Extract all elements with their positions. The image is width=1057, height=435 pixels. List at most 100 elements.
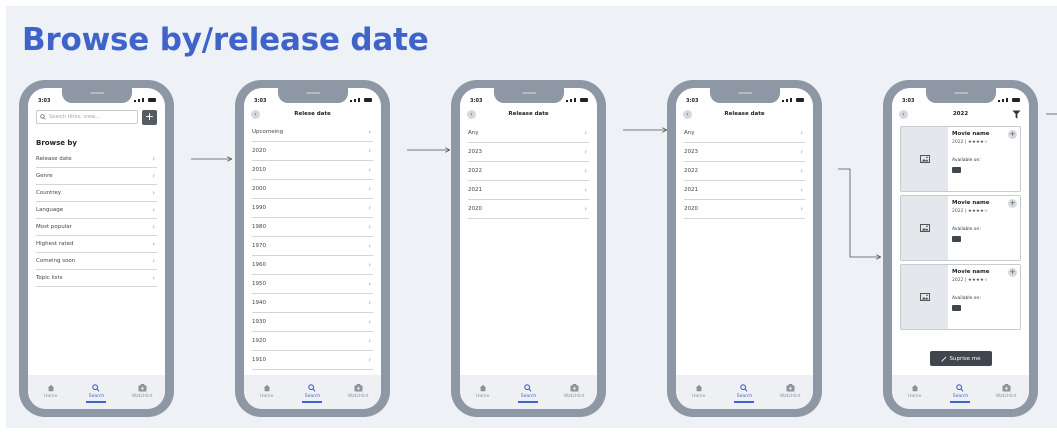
tab-bar: Home Search Watchlist: [892, 375, 1029, 409]
item-label: 2022: [468, 168, 482, 174]
tab-label: Search: [304, 394, 321, 399]
list-item[interactable]: 2022 ›: [468, 162, 589, 181]
watchlist-icon: [137, 383, 147, 392]
chevron-right-icon: ›: [368, 261, 371, 269]
add-to-watchlist-button[interactable]: +: [1008, 130, 1017, 139]
chevron-right-icon: ›: [152, 223, 155, 231]
tab-home[interactable]: Home: [898, 383, 932, 399]
item-label: Topic lists: [36, 275, 63, 281]
magic-wand-icon: [940, 355, 947, 362]
surprise-me-label: Suprise me: [949, 355, 981, 362]
browse-item-coming-soon[interactable]: Comeing soon ›: [36, 253, 157, 270]
notch: [277, 88, 348, 103]
list-item[interactable]: 2010 ›: [252, 161, 373, 180]
tab-search[interactable]: Search: [79, 383, 113, 403]
active-tab-indicator: [302, 401, 323, 403]
watchlist-icon: [1001, 383, 1011, 392]
chevron-right-icon: ›: [368, 356, 371, 364]
tab-search[interactable]: Search: [295, 383, 329, 403]
chevron-right-icon: ›: [800, 186, 803, 194]
browse-item-highest-rated[interactable]: Highest rated ›: [36, 236, 157, 253]
list-item[interactable]: 1990 ›: [252, 199, 373, 218]
list-item[interactable]: Upcomeing ›: [252, 123, 373, 142]
home-icon: [478, 383, 488, 392]
plus-icon: +: [1009, 268, 1016, 276]
tab-label: Search: [520, 394, 537, 399]
browse-item-genre[interactable]: Genre ›: [36, 168, 157, 185]
tab-watchlist[interactable]: Watchlist: [341, 383, 375, 399]
movie-card[interactable]: Movie name 2022 | ★★★★☆ Available on: +: [900, 126, 1021, 192]
list-item[interactable]: 2023 ›: [684, 143, 805, 162]
list-item[interactable]: 1910 ›: [252, 351, 373, 370]
list-item[interactable]: 2020 ›: [252, 142, 373, 161]
chevron-right-icon: ›: [368, 299, 371, 307]
search-row: Search titles, crew... +: [36, 110, 157, 125]
list-item[interactable]: 1930 ›: [252, 313, 373, 332]
browse-item-country[interactable]: Countrey ›: [36, 185, 157, 202]
item-label: 1940: [252, 300, 266, 306]
item-label: 2020: [684, 206, 698, 212]
nav-header: ‹ Release date: [676, 110, 813, 122]
list-item[interactable]: 1970 ›: [252, 237, 373, 256]
tab-home[interactable]: Home: [34, 383, 68, 399]
tab-bar: Home Search Watchlist: [244, 375, 381, 409]
add-button[interactable]: +: [142, 110, 157, 125]
item-label: 1970: [252, 243, 266, 249]
add-to-watchlist-button[interactable]: +: [1008, 199, 1017, 208]
list-item[interactable]: 1980 ›: [252, 218, 373, 237]
chevron-right-icon: ›: [368, 166, 371, 174]
list-item[interactable]: 2021 ›: [684, 181, 805, 200]
browse-item-release-date[interactable]: Release date ›: [36, 151, 157, 168]
add-to-watchlist-button[interactable]: +: [1008, 268, 1017, 277]
item-label: Genre: [36, 173, 53, 179]
tab-home[interactable]: Home: [682, 383, 716, 399]
list-item[interactable]: Any ›: [684, 124, 805, 143]
active-tab-indicator: [950, 401, 971, 403]
list-item[interactable]: 2000 ›: [252, 180, 373, 199]
list-item[interactable]: 2022 ›: [684, 162, 805, 181]
available-on-label: Available on:: [952, 158, 981, 163]
section-title: Browse by: [36, 139, 77, 147]
tab-search[interactable]: Search: [511, 383, 545, 403]
list-item[interactable]: 1920 ›: [252, 332, 373, 351]
tab-search[interactable]: Search: [943, 383, 977, 403]
item-label: 1930: [252, 319, 266, 325]
tab-home[interactable]: Home: [250, 383, 284, 399]
list-item[interactable]: 1940 ›: [252, 294, 373, 313]
active-tab-indicator: [518, 401, 539, 403]
movie-meta: 2022 | ★★★★☆: [952, 140, 988, 145]
status-time: 3:03: [902, 98, 915, 104]
tab-watchlist[interactable]: Watchlist: [125, 383, 159, 399]
movie-card[interactable]: Movie name 2022 | ★★★★☆ Available on: +: [900, 264, 1021, 330]
tab-bar: Home Search Watchlist: [28, 375, 165, 409]
search-input[interactable]: Search titles, crew...: [36, 110, 138, 124]
active-tab-indicator: [734, 401, 755, 403]
phone-release-date-decades: 3:03 ‹ Relese date Upcomeing › 2020 › 2010…: [235, 80, 390, 417]
chevron-right-icon: ›: [152, 240, 155, 248]
plus-icon: +: [1009, 199, 1016, 207]
list-item[interactable]: 2023 ›: [468, 143, 589, 162]
active-tab-indicator: [86, 401, 107, 403]
list-item[interactable]: 2021 ›: [468, 181, 589, 200]
browse-item-topic-lists[interactable]: Topic lists ›: [36, 270, 157, 287]
list-item[interactable]: 2020 ›: [468, 200, 589, 219]
movie-card[interactable]: Movie name 2022 | ★★★★☆ Available on: +: [900, 195, 1021, 261]
tab-watchlist[interactable]: Watchlist: [773, 383, 807, 399]
list-item[interactable]: 1960 ›: [252, 256, 373, 275]
chevron-right-icon: ›: [800, 205, 803, 213]
filter-icon[interactable]: [1012, 110, 1021, 119]
list-item[interactable]: 2020 ›: [684, 200, 805, 219]
tab-search[interactable]: Search: [727, 383, 761, 403]
tab-watchlist[interactable]: Watchlist: [989, 383, 1023, 399]
search-icon: [307, 383, 317, 392]
browse-item-most-popular[interactable]: Most popular ›: [36, 219, 157, 236]
list-item[interactable]: 1950 ›: [252, 275, 373, 294]
browse-item-language[interactable]: Language ›: [36, 202, 157, 219]
year-list: Any › 2023 › 2022 › 2021 › 2020 ›: [468, 124, 589, 219]
list-item[interactable]: Any ›: [468, 124, 589, 143]
watchlist-icon: [353, 383, 363, 392]
surprise-me-button[interactable]: Suprise me: [929, 351, 992, 366]
tab-watchlist[interactable]: Watchlist: [557, 383, 591, 399]
item-label: 1950: [252, 281, 266, 287]
tab-home[interactable]: Home: [466, 383, 500, 399]
